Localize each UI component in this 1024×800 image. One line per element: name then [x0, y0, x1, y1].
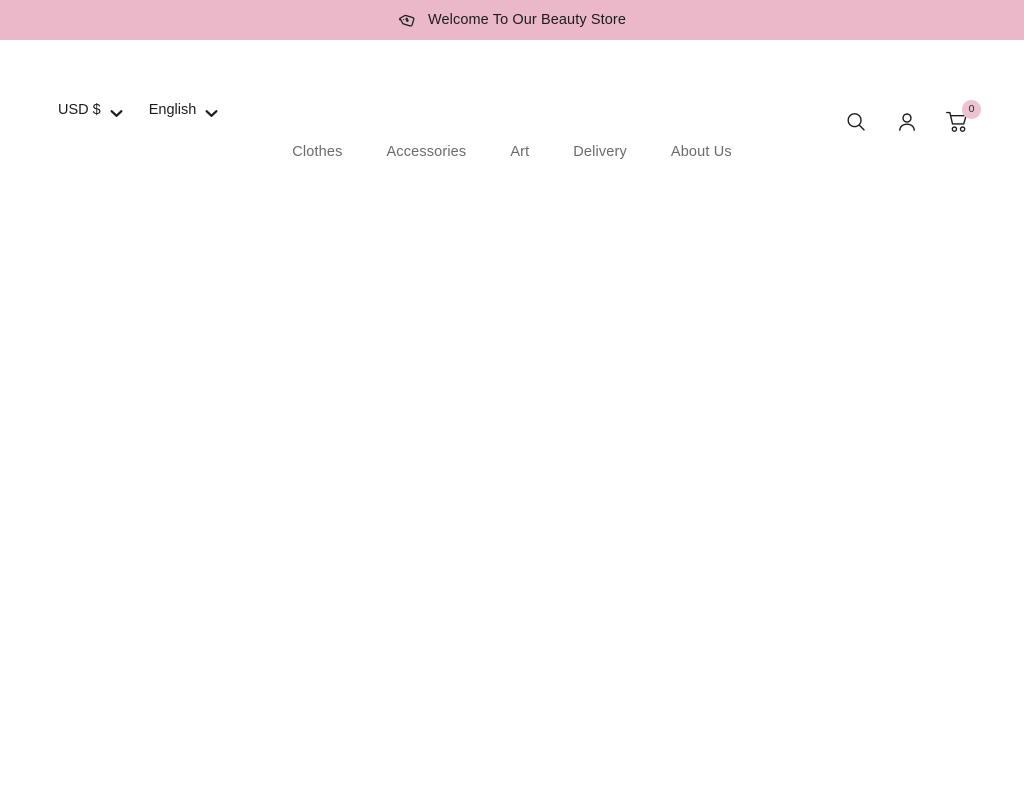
language-selector[interactable]: English: [149, 102, 219, 118]
nav-item-clothes[interactable]: Clothes: [290, 138, 344, 166]
header-selectors: USD $ English: [58, 102, 218, 118]
search-icon: [844, 110, 868, 134]
site-header: USD $ English 0: [0, 40, 1024, 132]
nav-item-art[interactable]: Art: [508, 138, 531, 166]
currency-selector[interactable]: USD $: [58, 102, 123, 118]
announcement-text: Welcome To Our Beauty Store: [427, 12, 626, 28]
currency-selector-label: USD $: [58, 102, 101, 118]
header-actions: 0: [842, 100, 981, 136]
account-button[interactable]: [893, 108, 921, 136]
cart-count-badge: 0: [962, 100, 981, 119]
nav-item-delivery[interactable]: Delivery: [571, 138, 629, 166]
announcement-bar: Welcome To Our Beauty Store: [0, 0, 1024, 40]
search-button[interactable]: [842, 108, 870, 136]
cart-button[interactable]: 0: [944, 100, 981, 136]
account-icon: [895, 110, 919, 134]
nav-item-about-us[interactable]: About Us: [669, 138, 734, 166]
nav-item-accessories[interactable]: Accessories: [384, 138, 468, 166]
language-selector-label: English: [148, 102, 197, 118]
chevron-down-icon: [205, 106, 218, 117]
chevron-down-icon: [110, 106, 123, 117]
price-tag-icon: [398, 10, 418, 30]
page-content-area: [0, 166, 1024, 800]
